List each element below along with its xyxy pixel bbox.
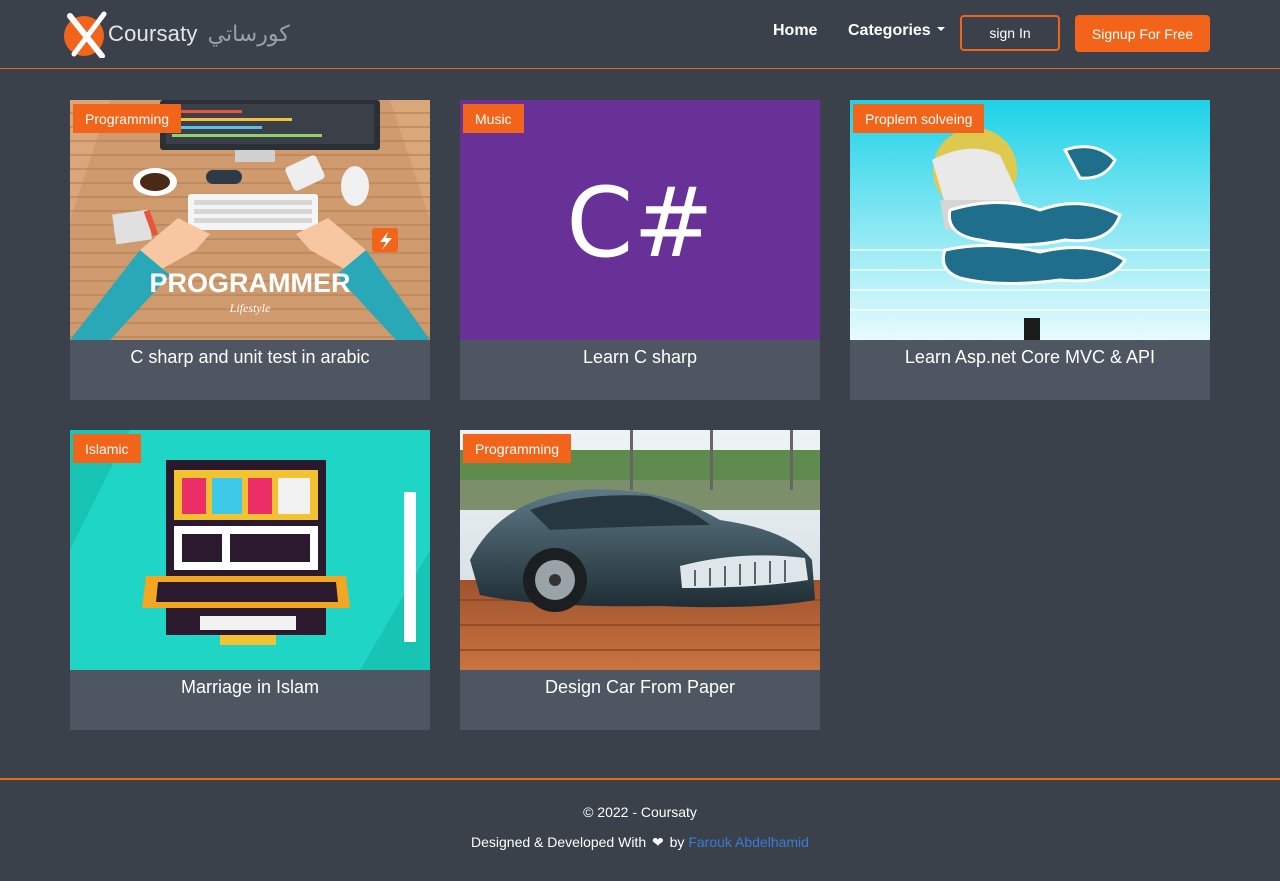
course-image-csharp: C# Music bbox=[460, 100, 820, 340]
page-footer: © 2022 - Coursaty Designed & Developed W… bbox=[0, 778, 1280, 881]
course-title[interactable]: C sharp and unit test in arabic bbox=[70, 347, 430, 368]
course-image-islamic: Islamic bbox=[70, 430, 430, 670]
programmer-image-text: PROGRAMMER bbox=[150, 268, 351, 298]
course-card[interactable]: Proplem solveing Learn Asp.net Core MVC … bbox=[850, 100, 1210, 400]
programmer-image-subtext: Lifestyle bbox=[229, 301, 271, 315]
nav-categories-dropdown[interactable]: Categories bbox=[848, 22, 945, 40]
nav-home-link[interactable]: Home bbox=[773, 22, 817, 40]
signup-button[interactable]: Signup For Free bbox=[1075, 15, 1210, 52]
credits-line: Designed & Developed With ❤ by Farouk Ab… bbox=[0, 834, 1280, 851]
course-title[interactable]: Learn C sharp bbox=[460, 347, 820, 368]
nav-categories-label: Categories bbox=[848, 22, 931, 39]
brand-logo-link[interactable]: Coursaty كورساتي bbox=[62, 10, 290, 59]
brand-name-arabic: كورساتي bbox=[207, 21, 290, 47]
course-image-calligraphy: Proplem solveing bbox=[850, 100, 1210, 340]
credits-by: by bbox=[669, 834, 685, 850]
top-navbar: Coursaty كورساتي Home Categories sign In… bbox=[0, 0, 1280, 69]
course-card[interactable]: PROGRAMMER Lifestyle Programming C sharp… bbox=[70, 100, 430, 400]
course-card[interactable]: Islamic Marriage in Islam bbox=[70, 430, 430, 730]
category-badge[interactable]: Proplem solveing bbox=[853, 104, 985, 133]
course-title[interactable]: Marriage in Islam bbox=[70, 677, 430, 698]
copyright-text: © 2022 - Coursaty bbox=[583, 804, 697, 820]
course-image-programmer: PROGRAMMER Lifestyle Programming bbox=[70, 100, 430, 340]
category-badge[interactable]: Music bbox=[463, 104, 524, 133]
brand-name: Coursaty bbox=[108, 21, 198, 46]
sign-in-button[interactable]: sign In bbox=[960, 15, 1060, 51]
category-badge[interactable]: Programming bbox=[463, 434, 572, 463]
course-title[interactable]: Design Car From Paper bbox=[460, 677, 820, 698]
category-badge[interactable]: Islamic bbox=[73, 434, 141, 463]
caret-down-icon bbox=[936, 26, 945, 31]
coursaty-logo-icon bbox=[62, 10, 110, 59]
course-card[interactable]: Programming Design Car From Paper bbox=[460, 430, 820, 730]
csharp-image-text: C# bbox=[566, 167, 713, 279]
course-card[interactable]: C# Music Learn C sharp bbox=[460, 100, 820, 400]
course-title[interactable]: Learn Asp.net Core MVC & API bbox=[850, 347, 1210, 368]
heart-icon: ❤ bbox=[652, 834, 664, 850]
category-badge[interactable]: Programming bbox=[73, 104, 182, 133]
course-image-car: Programming bbox=[460, 430, 820, 670]
author-link[interactable]: Farouk Abdelhamid bbox=[688, 834, 809, 850]
credits-prefix: Designed & Developed With bbox=[471, 834, 647, 850]
